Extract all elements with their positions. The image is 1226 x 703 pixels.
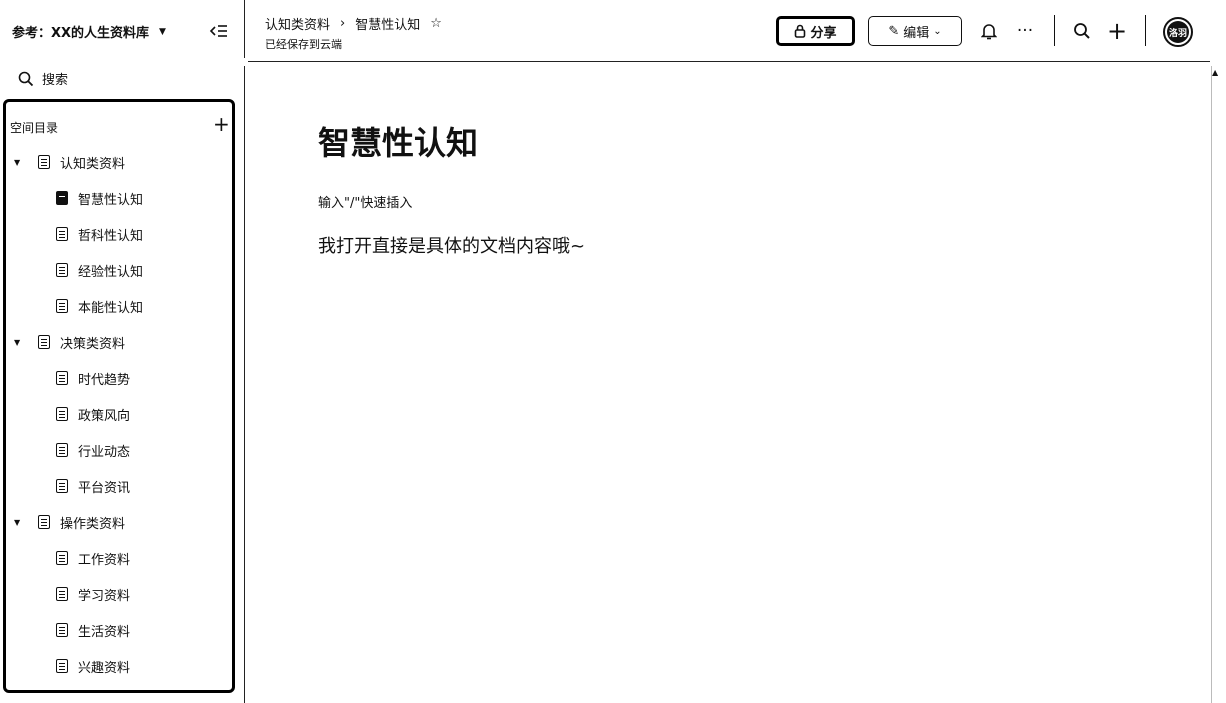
scroll-up-icon[interactable]: ▲	[1212, 68, 1218, 77]
tree-item-label: 哲科性认知	[78, 228, 144, 244]
tree-item[interactable]: 学习资料	[56, 584, 130, 604]
document-icon	[56, 443, 68, 457]
tree-item[interactable]: 政策风向	[56, 404, 130, 424]
chevron-down-icon: ⌄	[933, 25, 942, 37]
breadcrumb-current: 智慧性认知	[355, 18, 421, 33]
collapse-sidebar-icon[interactable]	[208, 21, 230, 41]
tree-item-active[interactable]: 智慧性认知	[56, 188, 143, 208]
divider	[244, 66, 245, 703]
tree-group-decision[interactable]: ▼ 决策类资料	[14, 332, 125, 352]
document-icon	[56, 587, 68, 601]
divider	[1145, 15, 1146, 46]
tree-item-label: 行业动态	[78, 444, 131, 460]
document-body[interactable]: 我打开直接是具体的文档内容哦~	[318, 232, 585, 258]
tree-item-label: 生活资料	[78, 624, 131, 640]
document-icon	[38, 155, 50, 169]
header-divider	[248, 61, 1210, 62]
caret-down-icon: ▼	[14, 157, 21, 167]
tree-item-label: 经验性认知	[78, 264, 144, 280]
document-icon	[56, 623, 68, 637]
divider	[244, 0, 245, 58]
tree-item[interactable]: 生活资料	[56, 620, 130, 640]
tree-item-label: 学习资料	[78, 588, 131, 604]
avatar-text: 洛羽	[1167, 21, 1189, 43]
document-icon	[56, 191, 68, 205]
share-label: 分享	[810, 25, 837, 41]
tree-item[interactable]: 行业动态	[56, 440, 130, 460]
sidebar-search[interactable]: 搜索	[18, 69, 68, 88]
document-icon	[56, 299, 68, 313]
edit-button[interactable]: ✎ 编辑 ⌄	[868, 16, 962, 46]
caret-down-icon: ▼	[159, 26, 166, 37]
space-selector[interactable]: 参考：XX的人生资料库 ▼	[12, 22, 166, 41]
document-icon	[56, 551, 68, 565]
tree-item[interactable]: 工作资料	[56, 548, 130, 568]
breadcrumb: 认知类资料 › 智慧性认知 ☆	[265, 14, 442, 33]
tree-group-cognition[interactable]: ▼ 认知类资料	[14, 152, 125, 172]
tree-item-label: 智慧性认知	[78, 192, 144, 208]
tree-item-label: 时代趋势	[78, 372, 131, 388]
search-icon[interactable]	[1071, 20, 1093, 42]
tree-item-label: 工作资料	[78, 552, 131, 568]
divider	[1054, 15, 1055, 46]
save-status: 已经保存到云端	[265, 38, 342, 51]
plus-icon[interactable]: +	[213, 114, 230, 134]
tree-item-label: 本能性认知	[78, 300, 144, 316]
tree-item[interactable]: 本能性认知	[56, 296, 143, 316]
tree-item[interactable]: 平台资讯	[56, 476, 130, 496]
tree-group-label: 认知类资料	[60, 156, 126, 172]
tree-group-operation[interactable]: ▼ 操作类资料	[14, 512, 125, 532]
plus-icon[interactable]: +	[1106, 17, 1128, 45]
document-title[interactable]: 智慧性认知	[318, 118, 478, 164]
star-icon[interactable]: ☆	[430, 16, 442, 31]
search-label: 搜索	[42, 73, 69, 88]
share-button[interactable]: 分享	[776, 16, 855, 46]
document-icon	[56, 371, 68, 385]
tree-item[interactable]: 经验性认知	[56, 260, 143, 280]
tree-group-label: 操作类资料	[60, 516, 126, 532]
tree-item-label: 政策风向	[78, 408, 131, 424]
insert-hint[interactable]: 输入"/"快速插入	[318, 192, 412, 211]
document-icon	[38, 335, 50, 349]
tree-item[interactable]: 兴趣资料	[56, 656, 130, 676]
avatar[interactable]: 洛羽	[1163, 17, 1193, 47]
breadcrumb-parent[interactable]: 认知类资料	[265, 14, 330, 33]
tree-group-label: 决策类资料	[60, 336, 126, 352]
space-title: 参考：XX的人生资料库	[12, 26, 150, 41]
document-icon	[56, 659, 68, 673]
document-icon	[38, 515, 50, 529]
more-icon[interactable]: ···	[1014, 20, 1036, 42]
lock-icon	[795, 24, 806, 38]
search-icon	[18, 71, 34, 86]
bell-icon[interactable]	[978, 20, 1000, 42]
caret-down-icon: ▼	[14, 337, 21, 347]
pencil-icon: ✎	[888, 23, 900, 39]
document-icon	[56, 479, 68, 493]
tree-item-label: 平台资讯	[78, 480, 131, 496]
document-icon	[56, 407, 68, 421]
chevron-right-icon: ›	[340, 16, 346, 31]
tree-item[interactable]: 时代趋势	[56, 368, 130, 388]
document-icon	[56, 263, 68, 277]
caret-down-icon: ▼	[14, 517, 21, 527]
document-icon	[56, 227, 68, 241]
edit-label: 编辑	[903, 25, 930, 41]
scrollbar[interactable]	[1211, 66, 1212, 703]
tree-heading: 空间目录	[10, 121, 59, 135]
tree-item-label: 兴趣资料	[78, 660, 131, 676]
tree-item[interactable]: 哲科性认知	[56, 224, 143, 244]
